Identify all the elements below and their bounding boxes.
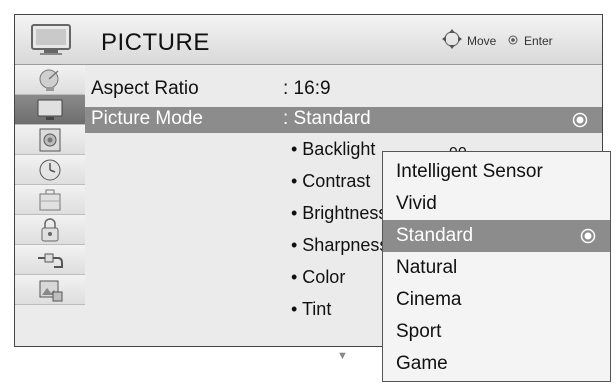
lock-icon [41, 218, 59, 242]
picture-mode-row[interactable]: Picture Mode : Standard [85, 107, 602, 133]
sharpness-item[interactable]: • Sharpness [291, 235, 388, 256]
option-sport[interactable]: Sport [383, 316, 610, 348]
tv-icon [37, 99, 63, 120]
option-standard[interactable]: Standard [383, 220, 610, 252]
picture-mode-label: Picture Mode [91, 108, 203, 129]
category-sidebar [15, 65, 85, 346]
option-label: Vivid [396, 193, 437, 214]
aspect-ratio-value: : 16:9 [283, 78, 331, 99]
option-label: Game [396, 353, 448, 374]
contrast-item[interactable]: • Contrast [291, 171, 370, 192]
sidebar-item-time[interactable] [15, 155, 85, 185]
color-item[interactable]: • Color [291, 267, 345, 288]
sidebar-item-audio[interactable] [15, 125, 85, 155]
enter-hint: Enter [524, 34, 553, 48]
option-game[interactable]: Game [383, 348, 610, 380]
picture-mode-value: : Standard [283, 108, 371, 129]
option-vivid[interactable]: Vivid [383, 188, 610, 220]
option-cinema[interactable]: Cinema [383, 284, 610, 316]
satellite-dish-icon [39, 69, 59, 91]
picture-mode-dropdown: Intelligent Sensor Vivid Standard Natura… [382, 151, 611, 382]
sidebar-item-lock[interactable] [15, 215, 85, 245]
radio-selected-icon [572, 112, 588, 128]
sidebar-item-input[interactable] [15, 245, 85, 275]
aspect-ratio-label: Aspect Ratio [91, 78, 199, 99]
dpad-move-icon [442, 29, 462, 49]
backlight-item[interactable]: • Backlight [291, 139, 375, 160]
move-hint: Move [467, 34, 497, 48]
radio-selected-icon [580, 228, 596, 244]
option-label: Intelligent Sensor [396, 161, 543, 182]
brightness-item[interactable]: • Brightness [291, 203, 387, 224]
input-plug-icon [38, 253, 63, 268]
speaker-icon [39, 128, 61, 152]
option-intelligent-sensor[interactable]: Intelligent Sensor [383, 156, 610, 188]
tv-icon [31, 24, 71, 55]
tint-item[interactable]: • Tint [291, 299, 331, 320]
option-label: Cinema [396, 289, 462, 310]
usb-photo-icon [39, 280, 63, 302]
sidebar-item-usb[interactable] [15, 275, 85, 305]
sidebar-item-channel[interactable] [15, 65, 85, 95]
sidebar-item-option[interactable] [15, 185, 85, 215]
sidebar-item-picture[interactable] [15, 95, 85, 125]
menu-header: PICTURE Move Enter [15, 15, 602, 65]
option-label: Standard [396, 225, 474, 246]
option-label: Sport [396, 321, 442, 342]
page-title: PICTURE [101, 29, 210, 56]
option-label: Natural [396, 257, 458, 278]
aspect-ratio-row[interactable]: Aspect Ratio : 16:9 [85, 77, 602, 103]
briefcase-icon [39, 189, 61, 211]
clock-icon [39, 159, 61, 181]
option-natural[interactable]: Natural [383, 252, 610, 284]
enter-button-icon [508, 35, 518, 45]
scroll-down-icon[interactable]: ▼ [337, 350, 348, 362]
